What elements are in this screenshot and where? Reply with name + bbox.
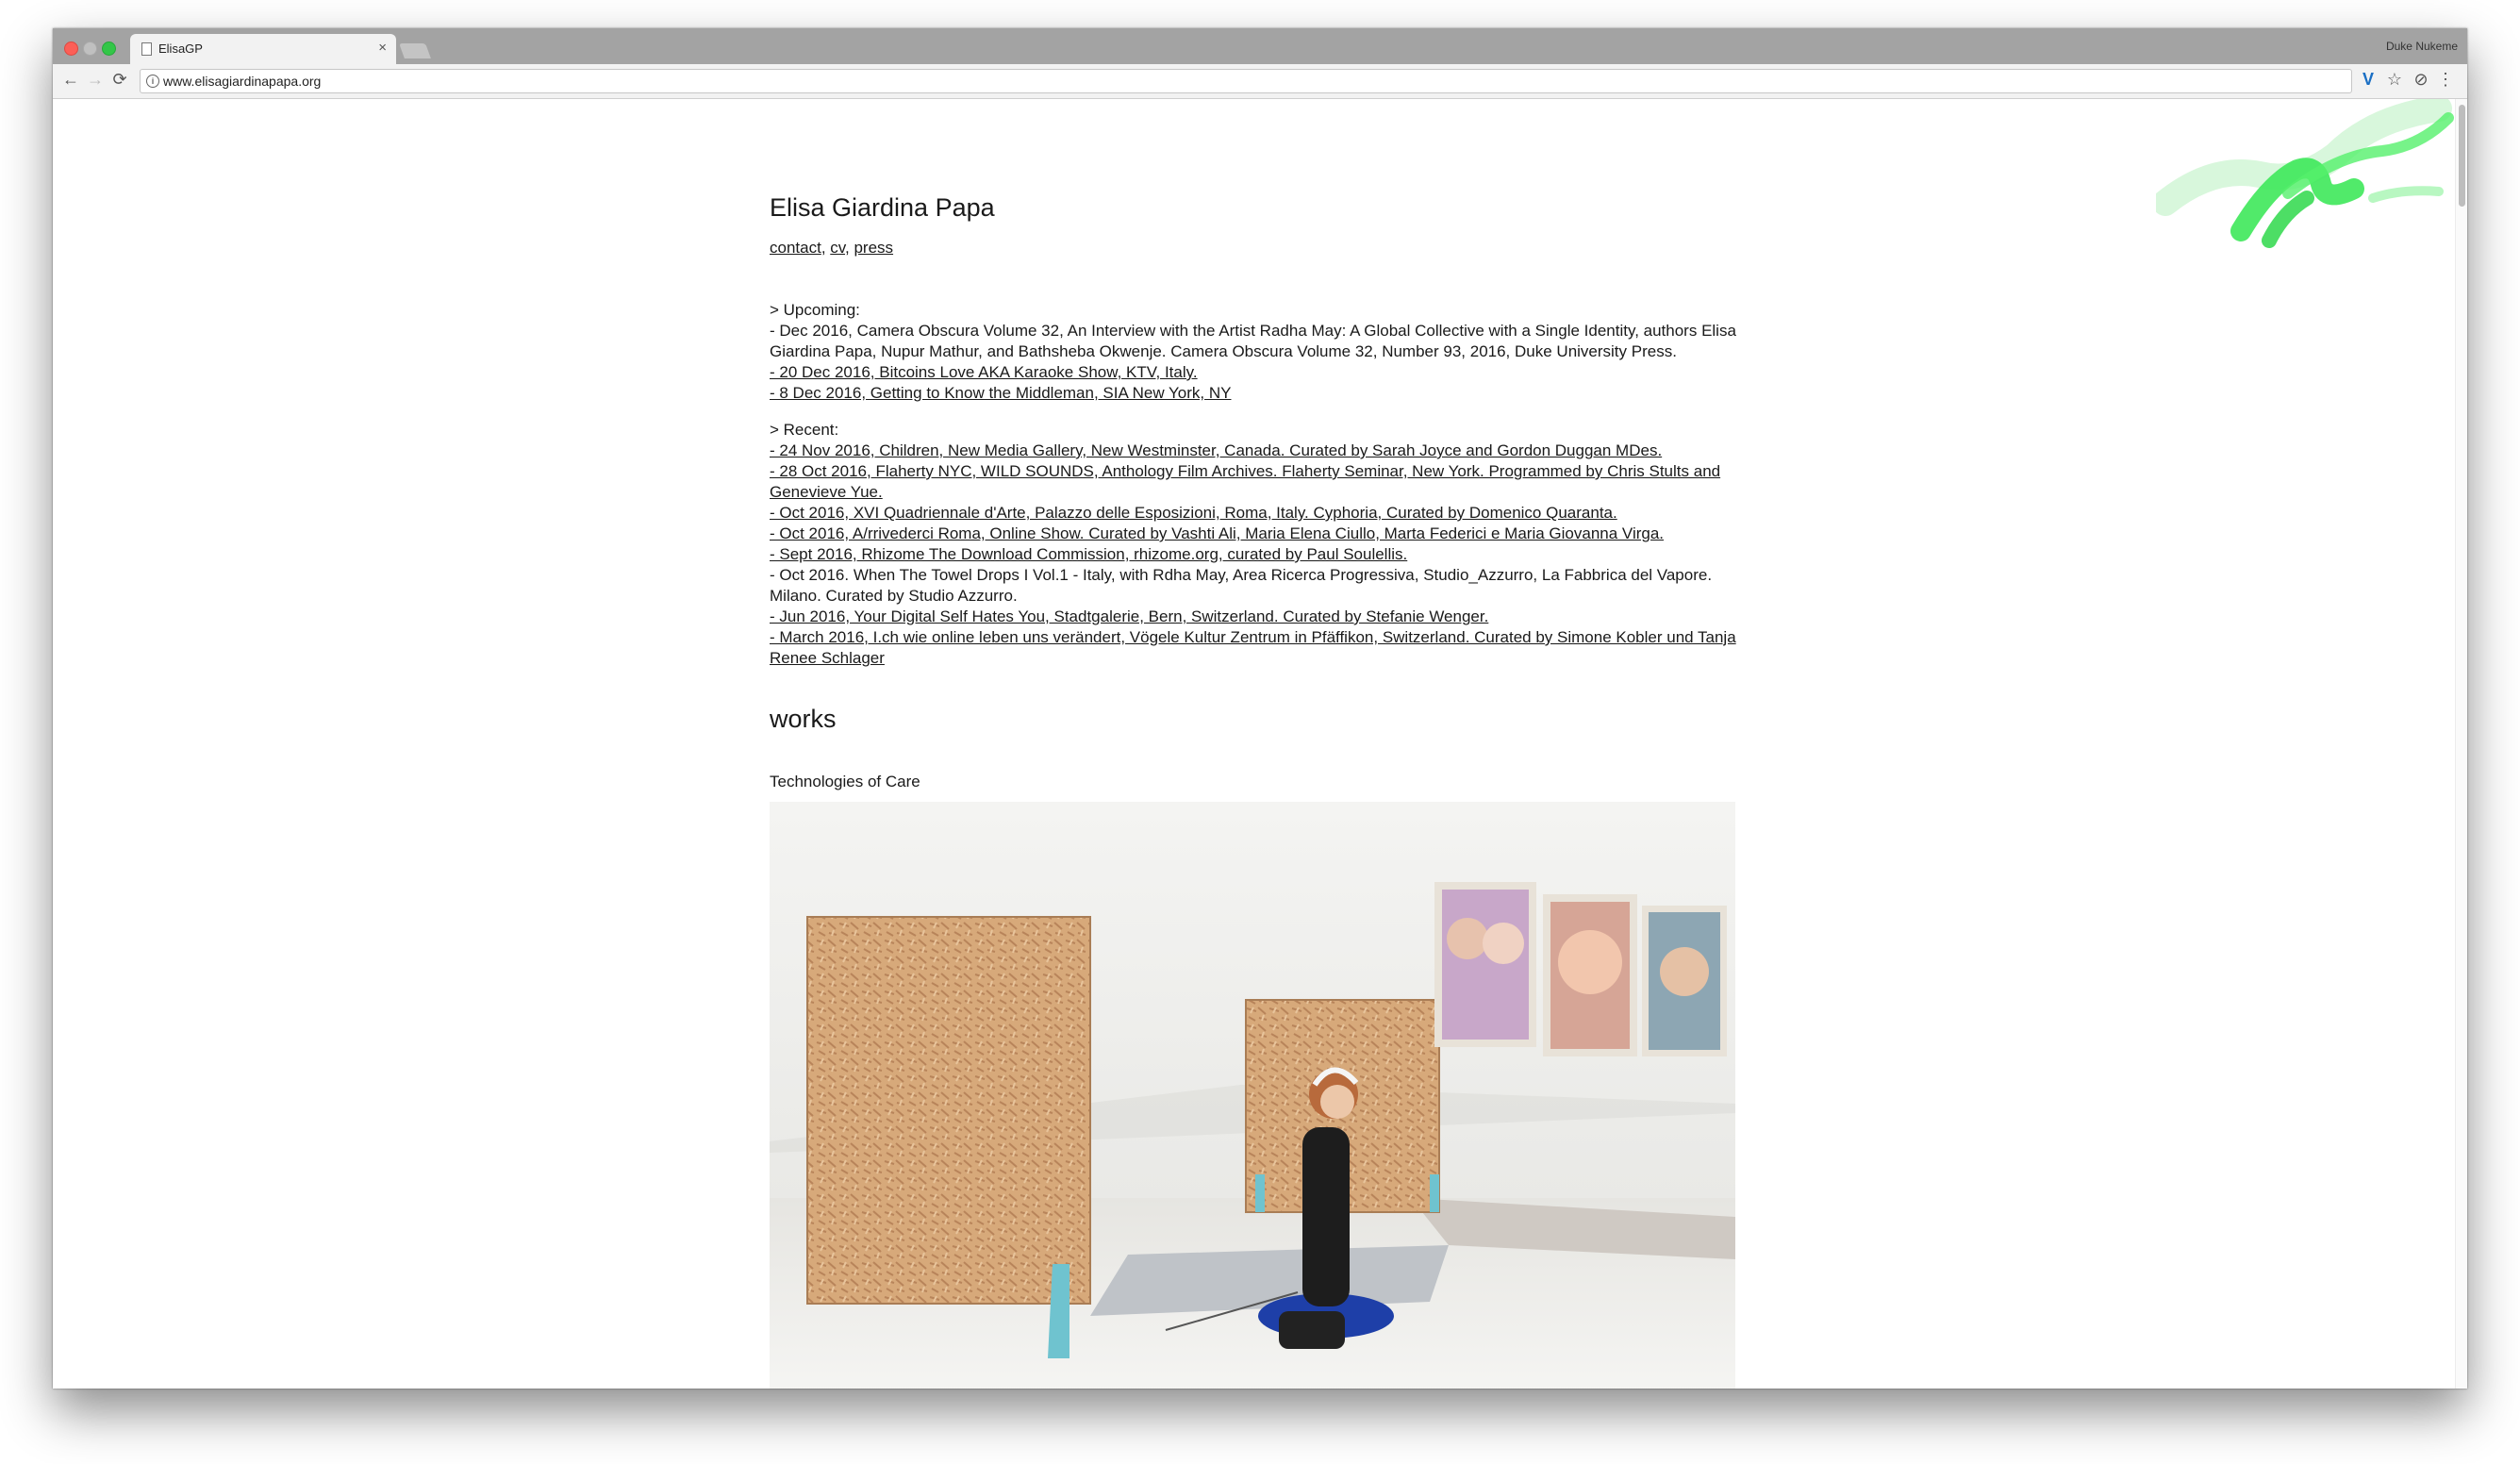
recent-item-link[interactable]: - March 2016, I.ch wie online leben uns …: [770, 627, 1741, 669]
upcoming-list: - Dec 2016, Camera Obscura Volume 32, An…: [770, 321, 1741, 404]
vertical-scrollbar[interactable]: [2455, 99, 2467, 1389]
recent-section: > Recent: - 24 Nov 2016, Children, New M…: [770, 420, 1741, 669]
recent-item-link[interactable]: - Oct 2016, A/rrivederci Roma, Online Sh…: [770, 524, 1741, 544]
desktop-background: ElisaGP × Duke Nukeme ← → ⟳ i www.elisag…: [0, 0, 2520, 1464]
forward-arrow-icon[interactable]: →: [85, 70, 106, 90]
bookmark-star-icon[interactable]: ☆: [2384, 70, 2405, 90]
recent-list: - 24 Nov 2016, Children, New Media Galle…: [770, 441, 1741, 669]
new-tab-button[interactable]: [399, 43, 431, 58]
close-window-button[interactable]: [64, 42, 78, 56]
recent-item-link[interactable]: - Jun 2016, Your Digital Self Hates You,…: [770, 607, 1741, 627]
site-nav: contact, cv, press: [770, 239, 893, 258]
recent-item-link[interactable]: - 28 Oct 2016, Flaherty NYC, WILD SOUNDS…: [770, 461, 1741, 503]
vimium-extension-icon[interactable]: V: [2358, 70, 2379, 90]
page-viewport: Elisa Giardina Papa contact, cv, press >…: [53, 99, 2467, 1389]
tab-title: ElisaGP: [158, 42, 203, 56]
upcoming-heading: > Upcoming:: [770, 301, 860, 319]
close-tab-icon[interactable]: ×: [378, 40, 387, 56]
browser-toolbar: ← → ⟳ i www.elisagiardinapapa.org V ☆ ⊘ …: [53, 64, 2467, 99]
info-icon[interactable]: i: [146, 75, 159, 88]
browser-window: ElisaGP × Duke Nukeme ← → ⟳ i www.elisag…: [53, 28, 2467, 1389]
tab-strip: ElisaGP × Duke Nukeme: [53, 28, 2467, 64]
zoom-window-button[interactable]: [102, 42, 116, 56]
work-title[interactable]: Technologies of Care: [770, 773, 920, 791]
nav-separator: ,: [821, 239, 831, 257]
upcoming-item-link[interactable]: - 20 Dec 2016, Bitcoins Love AKA Karaoke…: [770, 362, 1741, 383]
tab-elisagp[interactable]: ElisaGP ×: [130, 34, 396, 64]
upcoming-section: > Upcoming: - Dec 2016, Camera Obscura V…: [770, 300, 1741, 404]
works-heading: works: [770, 705, 837, 733]
upcoming-item-text: - Dec 2016, Camera Obscura Volume 32, An…: [770, 322, 1736, 360]
installation-photo-graphic: [770, 802, 1735, 1389]
minimize-window-button[interactable]: [83, 42, 97, 56]
recent-item-link[interactable]: - 24 Nov 2016, Children, New Media Galle…: [770, 441, 1741, 461]
work-photo[interactable]: [770, 802, 1735, 1389]
page-icon: [141, 42, 152, 56]
address-bar[interactable]: i www.elisagiardinapapa.org: [140, 69, 2352, 93]
extension-circle-icon[interactable]: ⊘: [2411, 70, 2431, 90]
upcoming-item-link[interactable]: - 8 Dec 2016, Getting to Know the Middle…: [770, 383, 1741, 404]
reload-icon[interactable]: ⟳: [109, 70, 130, 90]
recent-item-link[interactable]: - Sept 2016, Rhizome The Download Commis…: [770, 544, 1741, 565]
profile-name[interactable]: Duke Nukeme: [2386, 40, 2458, 53]
back-arrow-icon[interactable]: ←: [60, 70, 81, 90]
green-brush-stroke-graphic: [2156, 99, 2454, 248]
recent-item-text: - Oct 2016. When The Towel Drops I Vol.1…: [770, 566, 1713, 605]
nav-contact-link[interactable]: contact: [770, 239, 821, 257]
recent-heading: > Recent:: [770, 421, 839, 439]
site-title: Elisa Giardina Papa: [770, 193, 995, 222]
nav-press-link[interactable]: press: [854, 239, 893, 257]
nav-cv-link[interactable]: cv: [830, 239, 845, 257]
recent-item-link[interactable]: - Oct 2016, XVI Quadriennale d'Arte, Pal…: [770, 503, 1741, 524]
scrollbar-thumb[interactable]: [2459, 105, 2465, 207]
url-text[interactable]: www.elisagiardinapapa.org: [163, 74, 321, 89]
menu-dots-icon[interactable]: ⋮: [2435, 70, 2456, 90]
